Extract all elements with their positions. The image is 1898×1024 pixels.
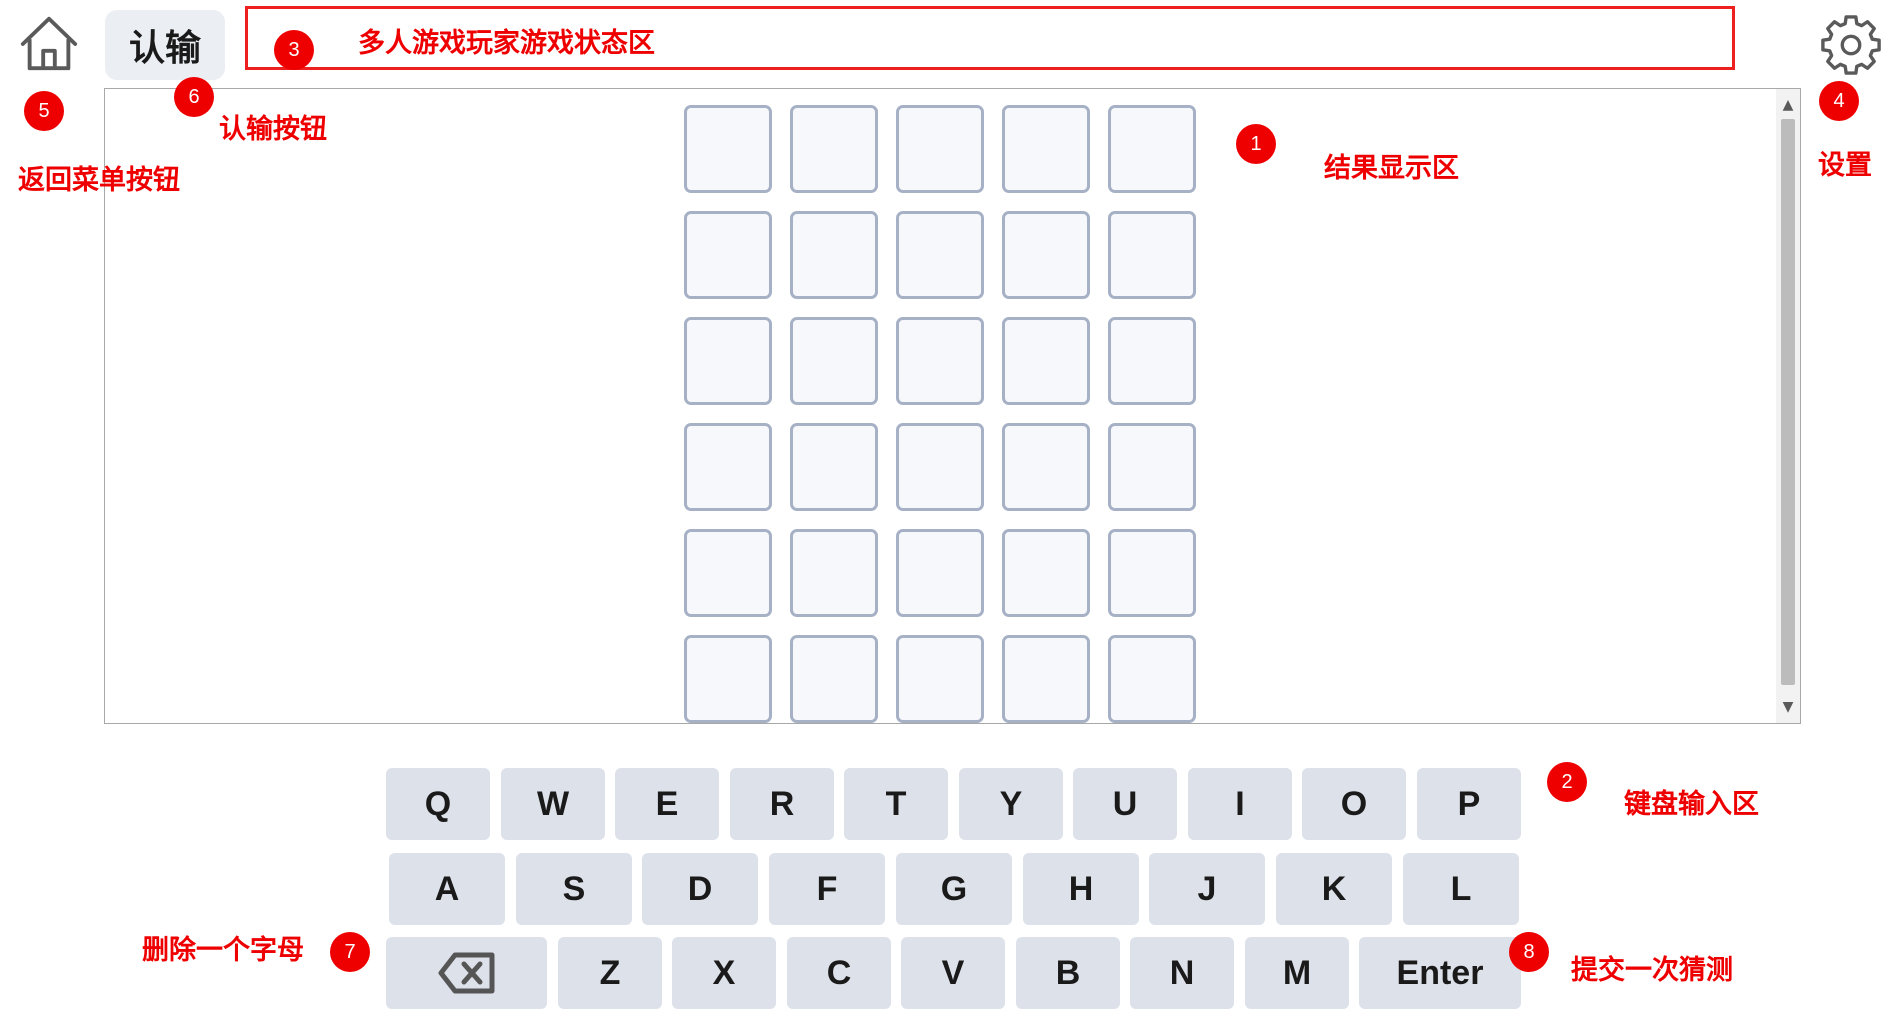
- scroll-up-arrow[interactable]: ▲: [1776, 93, 1800, 117]
- letter-tile: [684, 317, 772, 405]
- letter-tile: [1002, 211, 1090, 299]
- key-r[interactable]: R: [730, 768, 834, 840]
- annotation-badge-8: 8: [1509, 932, 1549, 972]
- letter-tile: [1002, 105, 1090, 193]
- letter-tile: [896, 317, 984, 405]
- key-j[interactable]: J: [1149, 853, 1265, 925]
- key-t[interactable]: T: [844, 768, 948, 840]
- letter-tile: [896, 105, 984, 193]
- letter-tile: [1108, 635, 1196, 723]
- annotation-label-home-button: 返回菜单按钮: [18, 165, 180, 196]
- letter-tile: [1108, 529, 1196, 617]
- keyboard-row-1: Q W E R T Y U I O P: [386, 768, 1524, 840]
- letter-tile: [1002, 317, 1090, 405]
- key-e[interactable]: E: [615, 768, 719, 840]
- letter-tile: [896, 211, 984, 299]
- annotation-badge-1: 1: [1236, 124, 1276, 164]
- result-display-area: ▲ ▼: [104, 88, 1801, 724]
- key-w[interactable]: W: [501, 768, 605, 840]
- letter-tile: [790, 635, 878, 723]
- key-y[interactable]: Y: [959, 768, 1063, 840]
- letter-tile: [790, 423, 878, 511]
- annotation-badge-6: 6: [174, 77, 214, 117]
- letter-tile: [1108, 211, 1196, 299]
- backspace-button[interactable]: [386, 937, 547, 1009]
- letter-tile: [790, 105, 878, 193]
- annotation-badge-5: 5: [24, 91, 64, 131]
- guess-grid: [684, 105, 1196, 723]
- letter-tile: [1002, 635, 1090, 723]
- keyboard-row-3: Z X C V B N M Enter: [386, 937, 1524, 1009]
- key-h[interactable]: H: [1023, 853, 1139, 925]
- scroll-thumb[interactable]: [1781, 119, 1795, 685]
- key-p[interactable]: P: [1417, 768, 1521, 840]
- key-i[interactable]: I: [1188, 768, 1292, 840]
- settings-button[interactable]: [1820, 14, 1882, 76]
- letter-tile: [790, 529, 878, 617]
- key-g[interactable]: G: [896, 853, 1012, 925]
- key-o[interactable]: O: [1302, 768, 1406, 840]
- key-v[interactable]: V: [901, 937, 1005, 1009]
- key-x[interactable]: X: [672, 937, 776, 1009]
- annotation-label-result-area: 结果显示区: [1324, 153, 1459, 184]
- key-l[interactable]: L: [1403, 853, 1519, 925]
- letter-tile: [790, 317, 878, 405]
- annotation-label-submit-guess: 提交一次猜测: [1571, 955, 1733, 986]
- key-z[interactable]: Z: [558, 937, 662, 1009]
- letter-tile: [1002, 423, 1090, 511]
- annotation-badge-7: 7: [330, 932, 370, 972]
- annotation-badge-3: 3: [274, 30, 314, 70]
- key-q[interactable]: Q: [386, 768, 490, 840]
- letter-tile: [896, 529, 984, 617]
- backspace-icon: [438, 952, 494, 994]
- vertical-scrollbar[interactable]: ▲ ▼: [1776, 89, 1800, 723]
- letter-tile: [790, 211, 878, 299]
- letter-tile: [684, 105, 772, 193]
- scroll-down-arrow[interactable]: ▼: [1776, 695, 1800, 719]
- key-d[interactable]: D: [642, 853, 758, 925]
- gear-icon: [1821, 15, 1881, 75]
- letter-tile: [684, 423, 772, 511]
- annotation-badge-4: 4: [1819, 81, 1859, 121]
- key-m[interactable]: M: [1245, 937, 1349, 1009]
- annotation-label-delete-letter: 删除一个字母: [142, 935, 304, 966]
- key-n[interactable]: N: [1130, 937, 1234, 1009]
- resign-button[interactable]: 认输: [105, 10, 225, 80]
- key-a[interactable]: A: [389, 853, 505, 925]
- home-button[interactable]: [18, 12, 80, 74]
- letter-tile: [1108, 317, 1196, 405]
- letter-tile: [1108, 105, 1196, 193]
- key-c[interactable]: C: [787, 937, 891, 1009]
- letter-tile: [896, 635, 984, 723]
- annotation-label-status-area: 多人游戏玩家游戏状态区: [358, 28, 655, 59]
- key-s[interactable]: S: [516, 853, 632, 925]
- home-icon: [20, 16, 78, 71]
- letter-tile: [896, 423, 984, 511]
- annotation-label-keyboard-area: 键盘输入区: [1624, 789, 1759, 820]
- annotation-label-settings: 设置: [1818, 150, 1872, 181]
- annotation-label-resign-button: 认输按钮: [219, 114, 327, 145]
- letter-tile: [684, 529, 772, 617]
- letter-tile: [1002, 529, 1090, 617]
- key-k[interactable]: K: [1276, 853, 1392, 925]
- enter-button[interactable]: Enter: [1359, 937, 1521, 1009]
- letter-tile: [684, 211, 772, 299]
- key-b[interactable]: B: [1016, 937, 1120, 1009]
- letter-tile: [1108, 423, 1196, 511]
- keyboard-row-2: A S D F G H J K L: [389, 853, 1521, 925]
- key-u[interactable]: U: [1073, 768, 1177, 840]
- letter-tile: [684, 635, 772, 723]
- key-f[interactable]: F: [769, 853, 885, 925]
- annotation-badge-2: 2: [1547, 762, 1587, 802]
